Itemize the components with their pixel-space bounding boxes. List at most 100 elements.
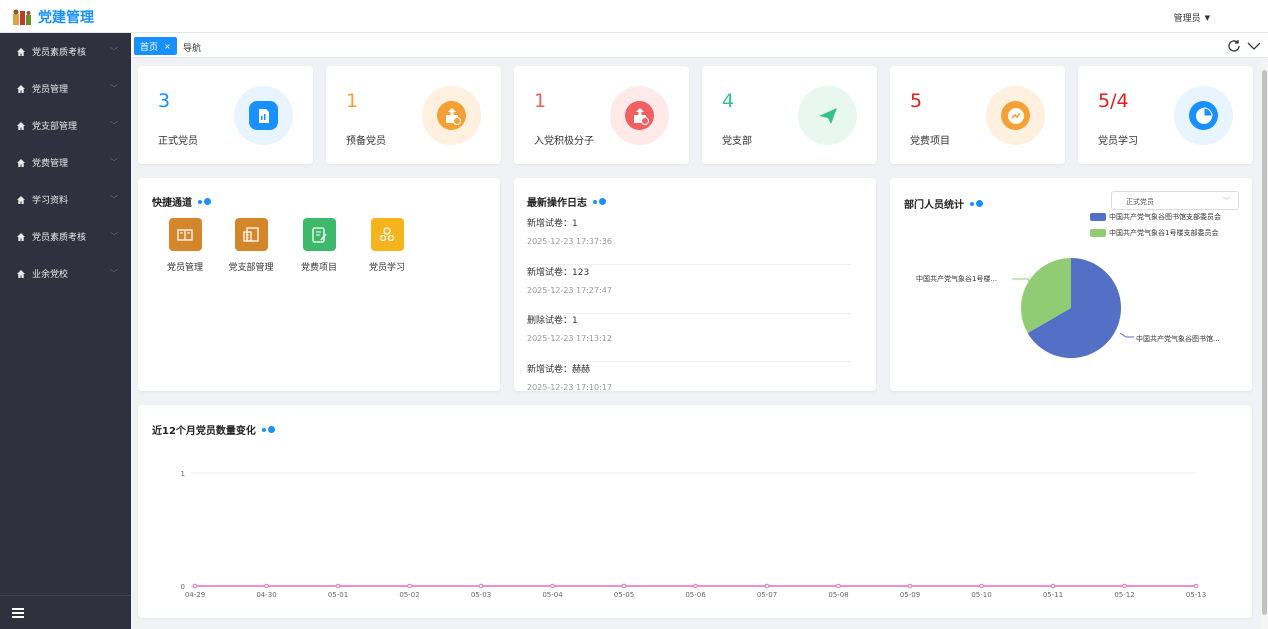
data-point[interactable] bbox=[1050, 583, 1056, 589]
pie-chart bbox=[1012, 258, 1134, 358]
quick-access-icon-box bbox=[168, 218, 202, 251]
x-tick-label: 04-29 bbox=[185, 591, 205, 599]
chart-doc-icon bbox=[258, 108, 269, 123]
data-point[interactable] bbox=[550, 583, 555, 589]
chevron-down-icon: ﹀ bbox=[110, 195, 118, 204]
paper-plane-icon bbox=[818, 107, 837, 124]
home-icon bbox=[17, 47, 25, 56]
x-tick-label: 05-05 bbox=[614, 591, 634, 599]
sidebar-item[interactable]: 党员素质考核 ﹀ bbox=[0, 218, 131, 255]
sidebar-item[interactable]: 党支部管理 ﹀ bbox=[0, 107, 131, 144]
stat-card[interactable]: 4 党支部 bbox=[702, 66, 877, 164]
stat-icon-circle bbox=[986, 86, 1045, 145]
data-point[interactable] bbox=[264, 583, 269, 589]
x-tick-label: 04-30 bbox=[256, 591, 276, 599]
data-point[interactable] bbox=[478, 583, 484, 589]
title-dots-icon bbox=[198, 198, 211, 205]
collapse-menu-button[interactable] bbox=[0, 595, 131, 629]
stat-card[interactable]: 5/4 党员学习 bbox=[1078, 66, 1253, 164]
sidebar-item[interactable]: 业余党校 ﹀ bbox=[0, 255, 131, 292]
tab-nav[interactable]: 导航 bbox=[183, 41, 201, 54]
quick-access-item[interactable]: 党员管理 bbox=[160, 218, 210, 273]
x-tick-label: 05-12 bbox=[1114, 591, 1134, 599]
people-icon bbox=[379, 226, 395, 241]
caret-down-icon: ▼ bbox=[1204, 13, 1210, 22]
stat-icon-circle bbox=[422, 86, 481, 145]
stat-value: 4 bbox=[722, 90, 735, 112]
data-point[interactable] bbox=[621, 583, 627, 589]
sidebar-item-label: 党员素质考核 bbox=[32, 233, 87, 243]
log-entry: 新增试卷：赫赫 2025-12-23 17:10:17 bbox=[527, 362, 851, 392]
y-tick-label: 1 bbox=[181, 470, 185, 478]
log-text: 新增试卷：123 bbox=[527, 267, 590, 278]
trend-icon bbox=[1007, 107, 1024, 124]
quick-access-item[interactable]: 党支部管理 bbox=[226, 218, 276, 273]
stat-icon-circle bbox=[234, 86, 293, 145]
stat-label: 党支部 bbox=[722, 136, 752, 147]
data-point[interactable] bbox=[764, 583, 770, 589]
data-point[interactable] bbox=[192, 583, 198, 589]
log-entry: 删除试卷：1 2025-12-23 17:13:12 bbox=[527, 313, 851, 362]
stat-label: 预备党员 bbox=[346, 136, 386, 147]
quick-access-card: 快捷通道 党员管理 党支部管理 党费项目 党员学习 bbox=[138, 178, 500, 391]
quick-access-label: 党费项目 bbox=[300, 263, 337, 273]
sidebar-item[interactable]: 党费管理 ﹀ bbox=[0, 144, 131, 181]
chevron-down-icon[interactable] bbox=[1246, 38, 1262, 54]
sidebar-item[interactable]: 学习资料 ﹀ bbox=[0, 181, 131, 218]
data-point[interactable] bbox=[1193, 583, 1199, 589]
pie-label: 中国共产党气象谷图书馆... bbox=[1136, 335, 1220, 343]
tab-home[interactable]: 首页 × bbox=[134, 37, 177, 55]
sidebar-item[interactable]: 党员素质考核 ﹀ bbox=[0, 33, 131, 70]
stat-card[interactable]: 1 入党积极分子 bbox=[514, 66, 689, 164]
data-point[interactable] bbox=[836, 583, 841, 589]
stat-card[interactable]: 3 正式党员 bbox=[138, 66, 313, 164]
quick-access-item[interactable]: 党费项目 bbox=[294, 218, 344, 273]
stat-card[interactable]: 1 预备党员 bbox=[326, 66, 501, 164]
pie-leader-line bbox=[1119, 332, 1134, 338]
log-card: 最新操作日志 新增试卷：1 2025-12-23 17:37:36 新增试卷：123… bbox=[514, 178, 876, 391]
logo[interactable]: 党建管理 bbox=[12, 6, 94, 28]
list-icon bbox=[243, 226, 259, 242]
log-text: 新增试卷：赫赫 bbox=[527, 364, 591, 375]
stat-icon-circle bbox=[798, 86, 857, 145]
data-point[interactable] bbox=[907, 583, 913, 589]
quick-access-title: 快捷通道 bbox=[152, 198, 192, 209]
stat-label: 入党积极分子 bbox=[534, 136, 594, 147]
stat-label: 正式党员 bbox=[158, 136, 198, 147]
data-point[interactable] bbox=[693, 583, 698, 589]
x-tick-label: 05-04 bbox=[542, 591, 563, 599]
x-tick-label: 05-02 bbox=[399, 591, 419, 599]
refresh-icon[interactable] bbox=[1226, 38, 1242, 54]
log-title: 最新操作日志 bbox=[527, 198, 587, 209]
data-point[interactable] bbox=[407, 583, 412, 589]
sidebar-item-label: 党员管理 bbox=[32, 85, 69, 95]
sidebar-item[interactable]: 党员管理 ﹀ bbox=[0, 70, 131, 107]
data-point[interactable] bbox=[979, 583, 984, 589]
trend-card: 近12个月党员数量变化 0 1 04-29 04-30 05-01 05-02 05-03 0… bbox=[138, 405, 1252, 618]
box-upload-icon bbox=[445, 107, 461, 125]
quick-access-item[interactable]: 党员学习 bbox=[362, 218, 412, 273]
data-point[interactable] bbox=[335, 583, 341, 589]
data-point[interactable] bbox=[1122, 583, 1127, 589]
chevron-down-icon: ﹀ bbox=[110, 269, 118, 278]
quick-access-label: 党支部管理 bbox=[228, 263, 274, 273]
scrollbar-thumb[interactable] bbox=[1262, 70, 1267, 615]
log-text: 新增试卷：1 bbox=[527, 219, 578, 229]
stat-value: 1 bbox=[346, 90, 359, 112]
x-tick-label: 05-11 bbox=[1043, 591, 1063, 599]
menu-icon bbox=[12, 607, 24, 618]
chevron-down-icon: ﹀ bbox=[110, 47, 118, 56]
tab-bar: 首页 × 导航 bbox=[131, 33, 1268, 58]
log-time: 2025-12-23 17:37:36 bbox=[527, 237, 612, 246]
stat-label: 党员学习 bbox=[1098, 136, 1138, 147]
home-icon bbox=[17, 84, 25, 93]
title-dots-icon bbox=[593, 198, 606, 205]
stat-card[interactable]: 5 党费项目 bbox=[890, 66, 1065, 164]
sidebar-item-label: 党费管理 bbox=[32, 159, 69, 169]
close-icon[interactable]: × bbox=[164, 42, 171, 51]
stat-value: 5/4 bbox=[1098, 90, 1129, 112]
app-title: 党建管理 bbox=[38, 10, 94, 26]
chevron-down-icon: ﹀ bbox=[110, 121, 118, 130]
log-text: 删除试卷：1 bbox=[527, 316, 578, 326]
user-menu[interactable]: 管理员 ▼ bbox=[1174, 11, 1210, 25]
